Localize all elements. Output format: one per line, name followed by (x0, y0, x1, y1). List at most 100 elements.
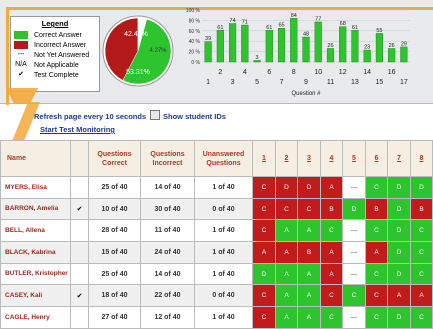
col-question-7[interactable]: 7 (387, 140, 411, 177)
student-row[interactable]: BARRON, Amelia ✔ 10 of 40 30 of 40 0 of 40 C C… (0, 197, 433, 221)
answer-cell[interactable]: D (297, 176, 321, 199)
answer-cell[interactable]: D (275, 176, 298, 199)
student-row[interactable]: MYERS, Elisa 25 of 40 14 of 40 1 of 40 C D D A -… (0, 176, 433, 199)
col-question-8[interactable]: 8 (410, 140, 433, 177)
bar-question-16[interactable] (388, 48, 396, 63)
bar-question-14[interactable] (363, 49, 371, 63)
answer-cell[interactable]: D (387, 262, 411, 286)
col-question-2[interactable]: 2 (275, 140, 298, 177)
col-question-3[interactable]: 3 (297, 140, 321, 177)
bar-question-12[interactable] (339, 26, 347, 63)
show-student-ids-label[interactable]: Show student IDs (163, 112, 226, 121)
show-student-ids-checkbox[interactable] (150, 110, 160, 120)
bar-question-7[interactable] (277, 28, 286, 63)
answer-cell[interactable]: C (320, 284, 343, 308)
answer-cell[interactable]: A (275, 306, 298, 329)
student-name[interactable]: CASEY, Kali (0, 284, 71, 308)
bar-question-6[interactable] (265, 30, 273, 63)
answer-cell[interactable]: D (342, 197, 366, 221)
student-row[interactable]: CASEY, Kali ✔ 18 of 40 22 of 40 0 of 40 C A A C C… (0, 284, 433, 308)
answer-cell[interactable]: B (410, 197, 433, 221)
answer-cell[interactable]: --- (342, 219, 366, 243)
bar-question-3[interactable] (229, 23, 237, 63)
answer-cell[interactable]: --- (342, 306, 366, 329)
bar-question-17[interactable] (400, 46, 408, 63)
bar-question-1[interactable] (204, 41, 212, 63)
answer-cell[interactable]: --- (342, 262, 366, 286)
student-row[interactable]: BUTLER, Kristopher 25 of 40 14 of 40 1 of 4… (0, 262, 433, 286)
bar-question-4[interactable] (241, 24, 249, 63)
answer-cell[interactable]: D (387, 241, 411, 264)
bar-question-8[interactable] (290, 18, 298, 63)
answer-cell[interactable]: C (410, 219, 433, 243)
col-question-4[interactable]: 4 (320, 140, 343, 177)
answer-cell[interactable]: C (297, 197, 321, 221)
student-name[interactable]: BLACK, Kabrina (0, 241, 71, 264)
bar-question-10[interactable] (314, 21, 322, 63)
answer-cell[interactable]: C (365, 262, 388, 286)
col-questions-correct[interactable]: Questions Correct (88, 140, 141, 177)
start-test-monitoring-link[interactable]: Start Test Monitoring (40, 125, 115, 134)
answer-cell[interactable]: C (365, 306, 388, 329)
answer-cell[interactable]: C (342, 284, 366, 308)
answer-cell[interactable]: A (365, 241, 388, 264)
answer-cell[interactable]: C (320, 306, 343, 329)
answer-cell[interactable]: --- (342, 176, 366, 199)
col-name[interactable]: Name (0, 140, 71, 177)
answer-cell[interactable]: C (252, 219, 276, 243)
answer-cell[interactable]: A (275, 284, 298, 308)
answer-cell[interactable]: D (387, 197, 411, 221)
student-name[interactable]: CAGLE, Henry (0, 306, 71, 329)
answer-cell[interactable]: A (275, 219, 298, 243)
bar-question-11[interactable] (326, 48, 335, 63)
bar-question-2[interactable] (216, 30, 224, 63)
col-questions-incorrect[interactable]: Questions Incorrect (140, 140, 195, 177)
student-name[interactable]: BARRON, Amelia (0, 197, 71, 221)
answer-cell[interactable]: A (297, 306, 321, 329)
answer-cell[interactable]: D (387, 176, 411, 199)
answer-cell[interactable]: A (410, 284, 433, 308)
answer-cell[interactable]: A (297, 284, 321, 308)
answer-cell[interactable]: A (387, 284, 411, 308)
answer-cell[interactable]: C (365, 284, 388, 308)
answer-cell[interactable]: A (320, 262, 343, 286)
col-question-6[interactable]: 6 (365, 140, 388, 177)
answer-cell[interactable]: C (252, 306, 276, 329)
bar-question-15[interactable] (375, 33, 383, 63)
answer-cell[interactable]: A (275, 241, 298, 264)
bar-question-9[interactable] (302, 36, 310, 63)
student-row[interactable]: BELL, Allena 28 of 40 11 of 40 1 of 40 C A A C -… (0, 219, 433, 243)
answer-cell[interactable]: D (252, 262, 276, 286)
answer-cell[interactable]: A (275, 262, 298, 286)
answer-cell[interactable]: D (387, 219, 411, 243)
col-question-5[interactable]: 5 (342, 140, 366, 177)
answer-cell[interactable]: --- (342, 241, 366, 264)
answer-cell[interactable]: C (365, 176, 388, 199)
answer-cell[interactable]: C (320, 219, 343, 243)
answer-cell[interactable]: C (410, 241, 433, 264)
student-row[interactable]: CAGLE, Henry 27 of 40 12 of 40 1 of 40 C A A C -… (0, 306, 433, 329)
answer-cell[interactable]: A (320, 241, 343, 264)
answer-cell[interactable]: D (410, 176, 433, 199)
answer-cell[interactable]: D (387, 306, 411, 329)
answer-cell[interactable]: C (252, 176, 276, 199)
answer-cell[interactable]: B (320, 197, 343, 221)
answer-cell[interactable]: A (297, 262, 321, 286)
answer-cell[interactable]: C (410, 306, 433, 329)
refresh-label[interactable]: Refresh page every 10 seconds (34, 112, 146, 121)
answer-cell[interactable]: C (275, 197, 298, 221)
col-question-1[interactable]: 1 (252, 140, 276, 177)
answer-cell[interactable]: B (297, 241, 321, 264)
student-row[interactable]: BLACK, Kabrina 15 of 40 24 of 40 1 of 40 A A B… (0, 241, 433, 264)
bar-question-13[interactable] (351, 30, 359, 63)
answer-cell[interactable]: A (320, 176, 343, 199)
student-name[interactable]: BELL, Allena (0, 219, 71, 243)
answer-cell[interactable]: A (252, 241, 276, 264)
student-name[interactable]: BUTLER, Kristopher (0, 262, 71, 286)
col-unanswered-questions[interactable]: Unanswered Questions (194, 140, 253, 177)
answer-cell[interactable]: C (252, 197, 276, 221)
answer-cell[interactable]: C (365, 219, 388, 243)
answer-cell[interactable]: A (297, 219, 321, 243)
answer-cell[interactable]: B (365, 197, 388, 221)
student-name[interactable]: MYERS, Elisa (0, 176, 71, 199)
